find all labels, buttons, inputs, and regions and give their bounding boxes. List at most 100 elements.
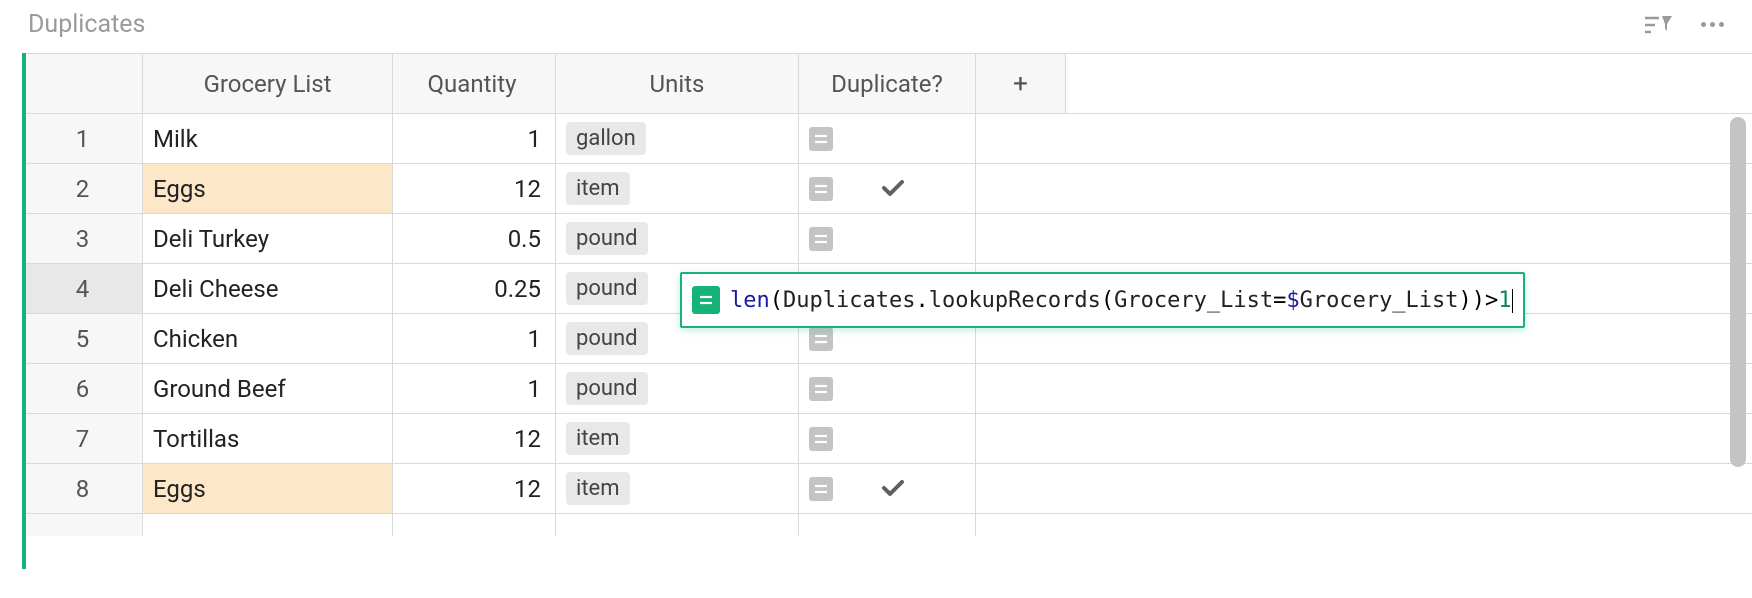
row-spacer — [976, 514, 1752, 536]
cell-grocery[interactable]: Chicken — [143, 314, 393, 363]
cell-units[interactable]: pound — [556, 364, 799, 413]
formula-token: $ — [1286, 288, 1299, 313]
header-actions — [1645, 14, 1724, 36]
cell-quantity[interactable]: 12 — [393, 414, 556, 463]
cell-units[interactable] — [556, 514, 799, 536]
cell-units[interactable]: item — [556, 164, 799, 213]
formula-token: Grocery_List — [1114, 288, 1273, 313]
row-number[interactable]: 7 — [23, 414, 143, 463]
vertical-scrollbar[interactable] — [1730, 117, 1746, 547]
formula-icon — [809, 327, 833, 351]
cell-units[interactable]: item — [556, 464, 799, 513]
formula-token: ( — [1101, 288, 1114, 313]
formula-token: = — [1273, 288, 1286, 313]
table-row: 2Eggs12 item — [23, 164, 1752, 214]
column-header-duplicate[interactable]: Duplicate? — [799, 54, 976, 113]
cell-duplicate[interactable] — [799, 464, 976, 513]
add-column-button[interactable]: + — [976, 54, 1066, 113]
cell-quantity[interactable] — [393, 514, 556, 536]
formula-token: Duplicates — [783, 288, 915, 313]
cell-grocery[interactable]: Ground Beef — [143, 364, 393, 413]
table-row: 6Ground Beef1 pound — [23, 364, 1752, 414]
row-number[interactable]: 6 — [23, 364, 143, 413]
unit-tag: item — [566, 422, 630, 455]
row-number[interactable] — [23, 514, 143, 536]
formula-token: 1 — [1498, 288, 1511, 313]
cell-duplicate[interactable] — [799, 214, 976, 263]
row-spacer — [976, 464, 1752, 513]
cell-duplicate[interactable] — [799, 164, 976, 213]
column-header-quantity[interactable]: Quantity — [393, 54, 556, 113]
cell-grocery[interactable]: Deli Turkey — [143, 214, 393, 263]
row-number[interactable]: 4 — [23, 264, 143, 313]
cell-grocery[interactable]: Milk — [143, 114, 393, 163]
check-icon — [881, 175, 905, 203]
formula-icon — [809, 477, 833, 501]
formula-icon — [809, 427, 833, 451]
formula-token: ) — [1472, 288, 1485, 313]
cell-grocery[interactable]: Tortillas — [143, 414, 393, 463]
cell-duplicate[interactable] — [799, 514, 976, 536]
row-number[interactable]: 1 — [23, 114, 143, 163]
cell-grocery[interactable] — [143, 514, 393, 536]
unit-tag: pound — [566, 372, 648, 405]
cell-duplicate[interactable] — [799, 414, 976, 463]
cell-quantity[interactable]: 12 — [393, 464, 556, 513]
table-row: 8Eggs12 item — [23, 464, 1752, 514]
more-options-icon[interactable] — [1701, 22, 1724, 27]
formula-input[interactable]: len(Duplicates.lookupRecords(Grocery_Lis… — [730, 288, 1513, 313]
row-spacer — [976, 214, 1752, 263]
cell-units[interactable]: pound — [556, 214, 799, 263]
row-number[interactable]: 8 — [23, 464, 143, 513]
cell-duplicate[interactable] — [799, 114, 976, 163]
row-number[interactable]: 3 — [23, 214, 143, 263]
column-header-grocery[interactable]: Grocery List — [143, 54, 393, 113]
table-row: 7Tortillas12 item — [23, 414, 1752, 464]
row-number[interactable]: 5 — [23, 314, 143, 363]
column-header-row: Grocery List Quantity Units Duplicate? + — [23, 54, 1752, 114]
scrollbar-thumb[interactable] — [1730, 117, 1746, 467]
row-spacer — [976, 364, 1752, 413]
cell-quantity[interactable]: 1 — [393, 114, 556, 163]
cell-grocery[interactable]: Deli Cheese — [143, 264, 393, 313]
unit-tag: gallon — [566, 122, 646, 155]
formula-icon — [692, 286, 720, 314]
cell-quantity[interactable]: 0.25 — [393, 264, 556, 313]
formula-editor[interactable]: len(Duplicates.lookupRecords(Grocery_Lis… — [680, 272, 1525, 328]
formula-icon — [809, 227, 833, 251]
row-number-header[interactable] — [23, 54, 143, 113]
formula-icon — [809, 127, 833, 151]
formula-token: Grocery_List — [1300, 288, 1459, 313]
cell-units[interactable]: item — [556, 414, 799, 463]
cell-quantity[interactable]: 1 — [393, 314, 556, 363]
active-widget-indicator — [22, 53, 26, 569]
cell-grocery[interactable]: Eggs — [143, 464, 393, 513]
unit-tag: item — [566, 472, 630, 505]
cell-quantity[interactable]: 12 — [393, 164, 556, 213]
row-spacer — [976, 414, 1752, 463]
unit-tag: pound — [566, 272, 648, 305]
formula-token: . — [915, 288, 928, 313]
row-number[interactable]: 2 — [23, 164, 143, 213]
unit-tag: item — [566, 172, 630, 205]
formula-icon — [809, 177, 833, 201]
cell-units[interactable]: gallon — [556, 114, 799, 163]
cell-quantity[interactable]: 1 — [393, 364, 556, 413]
cell-grocery[interactable]: Eggs — [143, 164, 393, 213]
row-spacer — [976, 114, 1752, 163]
column-header-units[interactable]: Units — [556, 54, 799, 113]
formula-token: lookupRecords — [929, 288, 1101, 313]
unit-tag: pound — [566, 222, 648, 255]
table-row: 3Deli Turkey0.5 pound — [23, 214, 1752, 264]
cell-duplicate[interactable] — [799, 364, 976, 413]
check-icon — [881, 475, 905, 503]
cell-quantity[interactable]: 0.5 — [393, 214, 556, 263]
filter-icon[interactable] — [1645, 14, 1673, 36]
formula-icon — [809, 377, 833, 401]
cursor-caret — [1512, 289, 1513, 313]
table-row: 1Milk1 gallon — [23, 114, 1752, 164]
unit-tag: pound — [566, 322, 648, 355]
formula-token: len — [730, 288, 770, 313]
formula-token: > — [1485, 288, 1498, 313]
formula-token: ) — [1459, 288, 1472, 313]
